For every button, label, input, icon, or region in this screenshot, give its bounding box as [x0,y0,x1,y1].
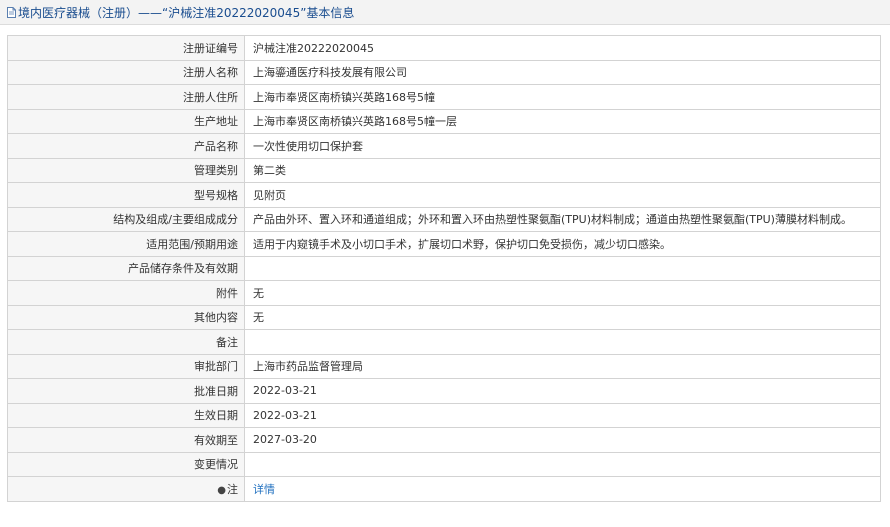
table-row: 结构及组成/主要组成成分 产品由外环、置入环和通道组成；外环和置入环由热塑性聚氨酯… [7,206,881,232]
field-label: 产品储存条件及有效期 [7,255,245,281]
field-value: 适用于内窥镜手术及小切口手术，扩展切口术野，保护切口免受损伤，减少切口感染。 [244,231,881,257]
document-icon [7,6,16,18]
field-label: 附件 [7,280,245,306]
table-row: 批准日期 2022-03-21 [7,378,881,404]
field-label: 生产地址 [7,108,245,134]
field-label: 注册人名称 [7,59,245,85]
table-row: 产品储存条件及有效期 [7,255,881,281]
note-value-cell: 详情 [244,476,881,502]
table-row: 产品名称 一次性使用切口保护套 [7,133,881,159]
pin-icon: ● [217,484,226,496]
note-row: ●注 详情 [7,476,881,502]
page-title: 境内医疗器械（注册）——“沪械注准20222020045”基本信息 [18,5,355,20]
field-label: 管理类别 [7,157,245,183]
field-label: 其他内容 [7,304,245,330]
detail-link[interactable]: 详情 [253,483,275,496]
field-label: 备注 [7,329,245,355]
table-row: 有效期至 2027-03-20 [7,427,881,453]
note-label: 注 [227,482,238,496]
field-label: 产品名称 [7,133,245,159]
table-row: 注册人名称 上海鎏通医疗科技发展有限公司 [7,59,881,85]
table-row: 管理类别 第二类 [7,157,881,183]
field-value: 上海市药品监督管理局 [244,353,881,379]
field-label: 注册人住所 [7,84,245,110]
table-row: 注册证编号 沪械注准20222020045 [7,35,881,61]
field-value: 上海市奉贤区南桥镇兴英路168号5幢 [244,84,881,110]
table-row: 备注 [7,329,881,355]
table-row: 变更情况 [7,451,881,477]
field-value: 无 [244,280,881,306]
field-label: 有效期至 [7,427,245,453]
field-value: 上海鎏通医疗科技发展有限公司 [244,59,881,85]
field-value: 沪械注准20222020045 [244,35,881,61]
field-value [244,329,881,355]
page-header: 境内医疗器械（注册）——“沪械注准20222020045”基本信息 [0,0,890,25]
registration-info-table: 注册证编号 沪械注准20222020045 注册人名称 上海鎏通医疗科技发展有限公司注… [7,35,881,502]
field-value [244,451,881,477]
field-value: 一次性使用切口保护套 [244,133,881,159]
table-row: 审批部门 上海市药品监督管理局 [7,353,881,379]
field-label: 变更情况 [7,451,245,477]
table-row: 其他内容无 [7,304,881,330]
field-value: 2027-03-20 [244,427,881,453]
field-value: 产品由外环、置入环和通道组成；外环和置入环由热塑性聚氨酯(TPU)材料制成；通道… [244,206,881,232]
field-label: 注册证编号 [7,35,245,61]
field-value: 上海市奉贤区南桥镇兴英路168号5幢一层 [244,108,881,134]
field-value [244,255,881,281]
field-value: 2022-03-21 [244,378,881,404]
field-value: 无 [244,304,881,330]
field-value: 第二类 [244,157,881,183]
table-row: 注册人住所 上海市奉贤区南桥镇兴英路168号5幢 [7,84,881,110]
table-row: 适用范围/预期用途 适用于内窥镜手术及小切口手术，扩展切口术野，保护切口免受损伤，… [7,231,881,257]
field-label: 生效日期 [7,402,245,428]
field-label: 批准日期 [7,378,245,404]
field-label: 型号规格 [7,182,245,208]
field-label: 适用范围/预期用途 [7,231,245,257]
field-label: 审批部门 [7,353,245,379]
field-value: 见附页 [244,182,881,208]
field-label: 结构及组成/主要组成成分 [7,206,245,232]
table-row: 附件无 [7,280,881,306]
note-label-cell: ●注 [7,476,245,502]
table-row: 生效日期 2022-03-21 [7,402,881,428]
table-row: 生产地址 上海市奉贤区南桥镇兴英路168号5幢一层 [7,108,881,134]
table-row: 型号规格 见附页 [7,182,881,208]
field-value: 2022-03-21 [244,402,881,428]
